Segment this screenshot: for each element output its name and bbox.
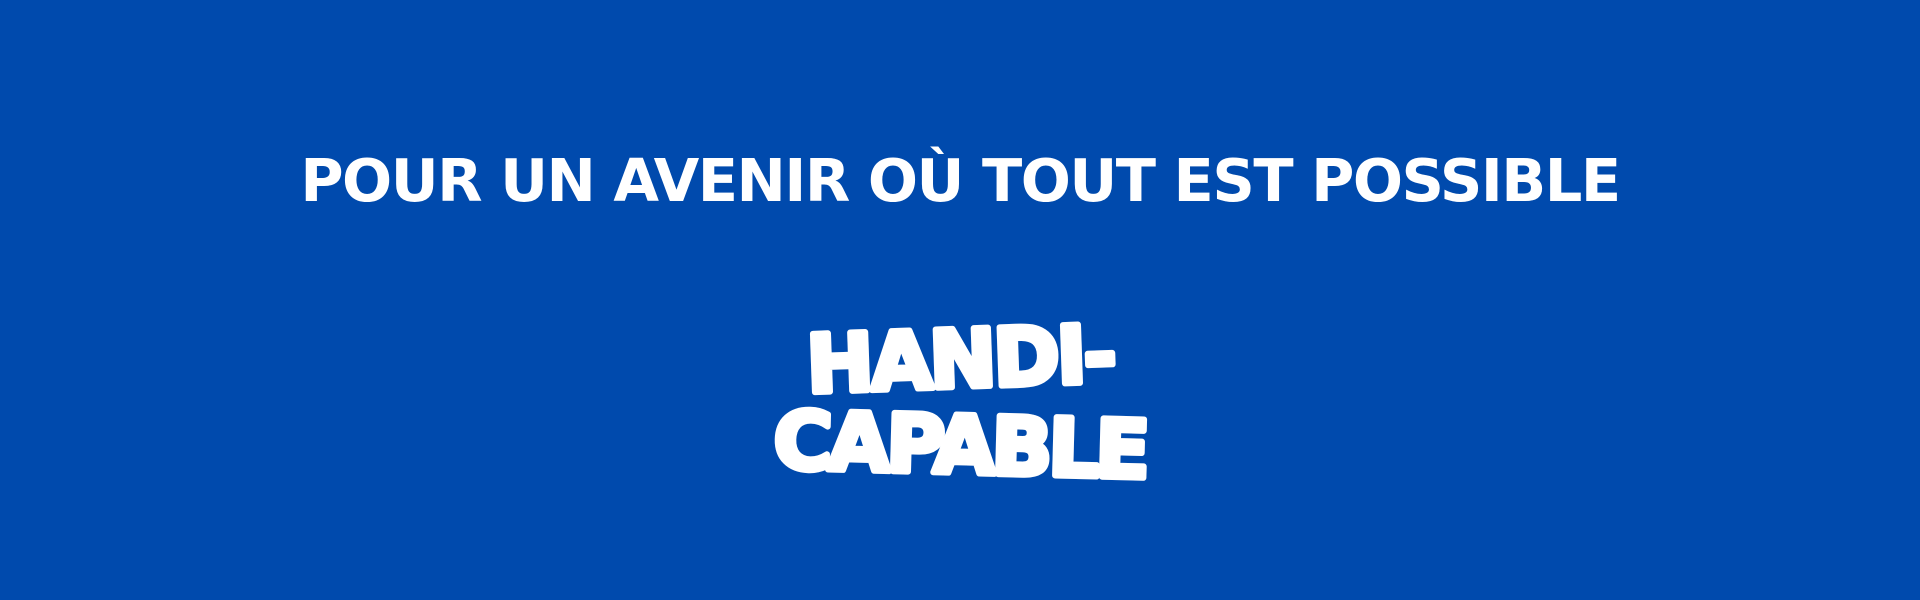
banner: POUR UN AVENIR OÙ TOUT EST POSSIBLE HAND… bbox=[0, 0, 1920, 600]
headline: POUR UN AVENIR OÙ TOUT EST POSSIBLE bbox=[300, 146, 1621, 215]
handi-capable-logo: HANDI- CAPABLE bbox=[760, 305, 1160, 490]
logo-wordmark: HANDI- CAPABLE bbox=[769, 305, 1150, 490]
logo-line-2: CAPABLE bbox=[772, 394, 1147, 490]
